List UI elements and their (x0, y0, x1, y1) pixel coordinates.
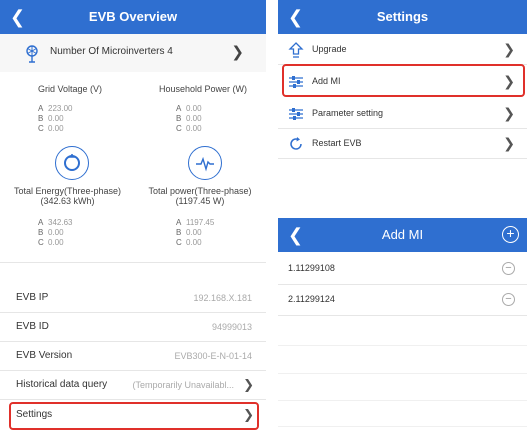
divider (278, 345, 527, 346)
divider (278, 373, 527, 374)
refresh-circle-icon (64, 154, 80, 171)
chevron-right-icon: ❯ (243, 377, 254, 392)
divider (0, 262, 266, 263)
info-row-evb-version: EVB Version EVB300-E-N-01-14 (16, 350, 252, 361)
historical-data-row[interactable]: Historical data query (Temporarily Unava… (0, 371, 266, 399)
household-power-phases: A 0.00 B 0.00 C 0.00 (176, 104, 202, 133)
list-item[interactable]: 1.11299108 − (278, 254, 527, 283)
chevron-right-icon: ❯ (503, 41, 515, 57)
settings-title: Settings (376, 9, 429, 24)
overview-title: EVB Overview (88, 9, 178, 24)
settings-header: ❮ Settings (278, 0, 527, 34)
energy-button[interactable] (55, 146, 89, 180)
grid-voltage-phases: A 223.00 B 0.00 C 0.00 (38, 104, 73, 133)
overview-header: ❮ EVB Overview (0, 0, 266, 34)
chevron-right-icon: ❯ (503, 105, 515, 121)
total-power-title: Total power(Three-phase) (1197.45 W) (148, 186, 252, 206)
list-item[interactable]: 2.11299124 − (278, 285, 527, 314)
add-mi-header: ❮ Add MI + (278, 218, 527, 252)
total-energy-title: Total Energy(Three-phase) (342.63 kWh) (13, 186, 122, 206)
highlight-box (282, 64, 525, 97)
household-power-title: Household Power (W) (158, 84, 248, 94)
microinverters-row[interactable]: Number Of Microinverters 4 ❯ (0, 34, 266, 72)
total-power-phases: A 1197.45 B 0.00 C 0.00 (176, 218, 215, 247)
divider (278, 158, 527, 159)
upgrade-icon (288, 42, 304, 58)
chevron-right-icon: ❯ (231, 44, 244, 61)
pulse-icon (196, 156, 214, 172)
add-mi-title: Add MI (381, 227, 424, 242)
remove-circle-icon[interactable]: − (502, 262, 515, 275)
info-row-evb-ip: EVB IP 192.168.X.181 (16, 292, 252, 303)
grid-voltage-title: Grid Voltage (V) (37, 84, 103, 94)
settings-screen: ❮ Settings Upgrade ❯ Add MI ❯ Parameter … (278, 0, 527, 190)
highlight-box (9, 402, 259, 430)
add-circle-icon[interactable]: + (502, 226, 519, 243)
evb-overview-screen: ❮ EVB Overview Number Of Microinverters … (0, 0, 266, 434)
microinverters-label: Number Of Microinverters 4 (50, 46, 173, 57)
add-mi-screen: ❮ Add MI + 1.11299108 − 2.11299124 − (278, 218, 527, 434)
settings-item-restart-evb[interactable]: Restart EVB ❯ (278, 128, 527, 158)
settings-item-upgrade[interactable]: Upgrade ❯ (278, 34, 527, 64)
divider (0, 399, 266, 400)
divider (278, 400, 527, 401)
power-button[interactable] (188, 146, 222, 180)
total-energy-phases: A 342.63 B 0.00 C 0.00 (38, 218, 73, 247)
divider (278, 315, 527, 316)
sliders-icon (289, 108, 303, 120)
restart-icon (290, 137, 302, 150)
divider (278, 426, 527, 427)
chevron-right-icon: ❯ (503, 135, 515, 151)
microinverter-icon (26, 45, 38, 63)
settings-item-parameter-setting[interactable]: Parameter setting ❯ (278, 98, 527, 128)
remove-circle-icon[interactable]: − (502, 293, 515, 306)
info-row-evb-id: EVB ID 94999013 (16, 321, 252, 332)
